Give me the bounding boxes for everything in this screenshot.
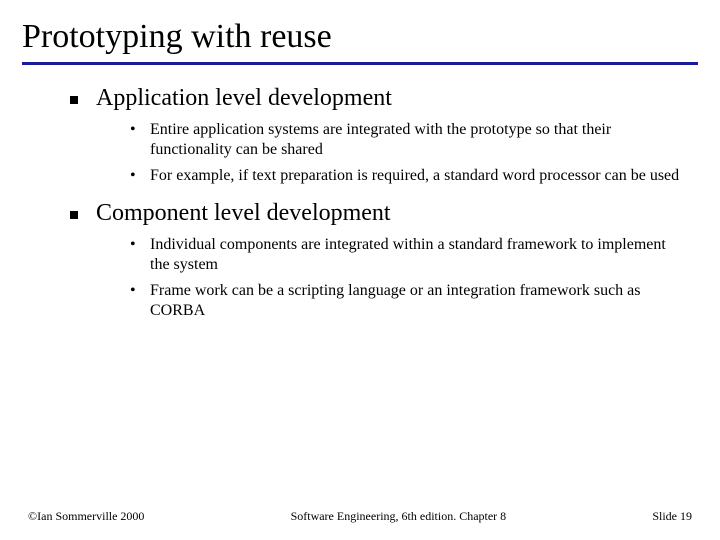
footer-chapter: Software Engineering, 6th edition. Chapt…	[291, 509, 507, 524]
list-item-text: For example, if text preparation is requ…	[150, 166, 683, 186]
slide: Prototyping with reuse Application level…	[0, 0, 720, 540]
section-heading: Application level development	[96, 85, 392, 112]
footer-slide-number: Slide 19	[652, 509, 692, 524]
list-item: • For example, if text preparation is re…	[130, 166, 688, 186]
section-heading-row: Application level development	[70, 85, 688, 112]
sub-list: • Individual components are integrated w…	[70, 235, 688, 321]
list-item: • Entire application systems are integra…	[130, 120, 688, 160]
square-bullet-icon	[70, 96, 78, 104]
section-heading-row: Component level development	[70, 200, 688, 227]
slide-title: Prototyping with reuse	[22, 18, 698, 65]
square-bullet-icon	[70, 211, 78, 219]
footer-copyright: ©Ian Sommerville 2000	[28, 509, 144, 524]
footer: ©Ian Sommerville 2000 Software Engineeri…	[28, 509, 692, 524]
section-application: Application level development • Entire a…	[70, 85, 688, 186]
dot-bullet-icon: •	[130, 282, 150, 321]
slide-content: Application level development • Entire a…	[22, 85, 698, 321]
list-item-text: Frame work can be a scripting language o…	[150, 281, 688, 321]
dot-bullet-icon: •	[130, 167, 150, 186]
sub-list: • Entire application systems are integra…	[70, 120, 688, 186]
list-item-text: Entire application systems are integrate…	[150, 120, 688, 160]
section-heading: Component level development	[96, 200, 391, 227]
list-item: • Individual components are integrated w…	[130, 235, 688, 275]
list-item: • Frame work can be a scripting language…	[130, 281, 688, 321]
dot-bullet-icon: •	[130, 236, 150, 275]
list-item-text: Individual components are integrated wit…	[150, 235, 688, 275]
section-component: Component level development • Individual…	[70, 200, 688, 321]
dot-bullet-icon: •	[130, 121, 150, 160]
